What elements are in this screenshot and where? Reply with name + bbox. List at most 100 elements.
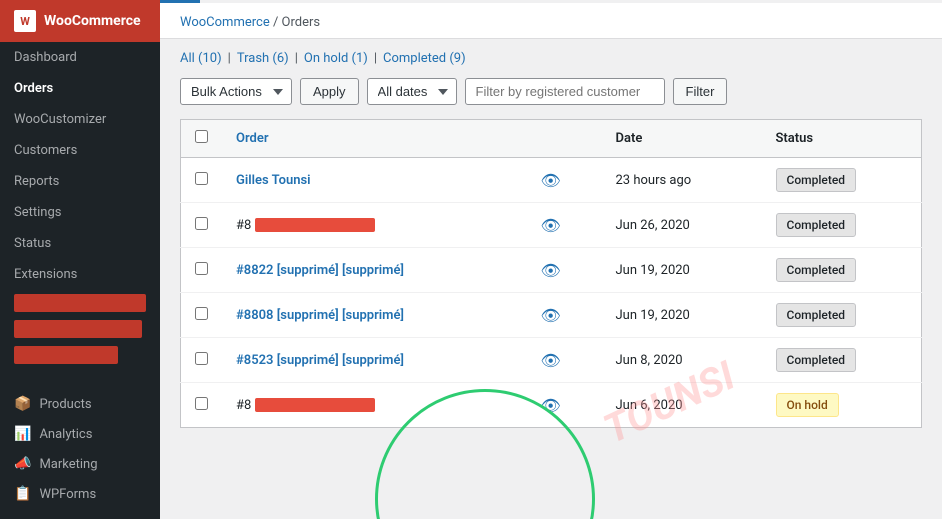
table-row: #8822 [supprimé] [supprimé] 👁 Jun 19, 2020… <box>181 248 922 293</box>
woocommerce-logo-icon: W <box>14 10 36 32</box>
sidebar-item-woocustomizer[interactable]: WooCustomizer <box>0 104 160 135</box>
sidebar-red-block-1 <box>14 294 146 312</box>
table-row: #8 👁 Jun 26, 2020 Completed <box>181 203 922 248</box>
sidebar-item-products[interactable]: 📦 Products <box>0 389 160 419</box>
analytics-icon: 📊 <box>14 426 31 442</box>
table-header-row: Order Date Status <box>181 120 922 158</box>
tab-trash[interactable]: Trash (6) <box>237 51 289 66</box>
col-header-order[interactable]: Order <box>222 120 526 158</box>
woocustomizer-label: WooCustomizer <box>14 112 106 127</box>
tab-all[interactable]: All (10) <box>180 51 222 66</box>
products-label: Products <box>39 397 91 412</box>
sidebar-item-marketing[interactable]: 📣 Marketing <box>0 449 160 479</box>
sidebar-item-settings[interactable]: Settings <box>0 197 160 228</box>
sidebar-red-block-3 <box>14 346 118 364</box>
sidebar: W WooCommerce Dashboard Orders WooCustom… <box>0 0 160 519</box>
breadcrumb-current: Orders <box>282 15 321 30</box>
view-order-icon[interactable]: 👁 <box>540 261 560 280</box>
order-date: Jun 19, 2020 <box>602 248 762 293</box>
toolbar: Bulk Actions Apply All dates Filter <box>180 78 922 105</box>
apply-button[interactable]: Apply <box>300 78 359 105</box>
sidebar-item-reports[interactable]: Reports <box>0 166 160 197</box>
order-link[interactable]: #8808 [supprimé] [supprimé] <box>236 308 404 323</box>
table-row: #8523 [supprimé] [supprimé] 👁 Jun 8, 2020 C… <box>181 338 922 383</box>
sidebar-item-wpforms[interactable]: 📋 WPForms <box>0 479 160 509</box>
order-date: Jun 26, 2020 <box>602 203 762 248</box>
customers-label: Customers <box>14 143 77 158</box>
table-row: #8808 [supprimé] [supprimé] 👁 Jun 19, 2020… <box>181 293 922 338</box>
bulk-actions-select[interactable]: Bulk Actions <box>180 78 292 105</box>
col-header-check <box>181 120 223 158</box>
sidebar-brand-name: WooCommerce <box>44 13 141 29</box>
order-link[interactable]: Gilles Tounsi <box>236 173 311 188</box>
order-date: Jun 8, 2020 <box>602 338 762 383</box>
sidebar-item-analytics[interactable]: 📊 Analytics <box>0 419 160 449</box>
col-header-eye <box>526 120 601 158</box>
breadcrumb-separator: / <box>273 15 282 30</box>
view-order-icon[interactable]: 👁 <box>540 351 560 370</box>
status-badge: Completed <box>776 348 857 372</box>
settings-label: Settings <box>14 205 61 220</box>
order-date: Jun 19, 2020 <box>602 293 762 338</box>
sidebar-logo[interactable]: W WooCommerce <box>0 0 160 42</box>
status-badge: Completed <box>776 258 857 282</box>
order-link[interactable]: #8523 [supprimé] [supprimé] <box>236 353 404 368</box>
sidebar-bottom: 📦 Products 📊 Analytics 📣 Marketing 📋 WPF… <box>0 389 160 519</box>
tab-onhold[interactable]: On hold (1) <box>304 51 368 66</box>
view-order-icon[interactable]: 👁 <box>540 216 560 235</box>
breadcrumb-parent-link[interactable]: WooCommerce <box>180 15 270 30</box>
marketing-icon: 📣 <box>14 456 31 472</box>
row-checkbox[interactable] <box>195 172 208 185</box>
orders-table: Order Date Status Gilles Tounsi 👁 23 hours… <box>180 119 922 428</box>
row-checkbox[interactable] <box>195 352 208 365</box>
sidebar-item-customers[interactable]: Customers <box>0 135 160 166</box>
table-row: #8👁Jun 6, 2020On hold <box>181 383 922 428</box>
tab-sep-2: | <box>295 51 298 66</box>
analytics-label: Analytics <box>39 427 92 442</box>
view-order-icon[interactable]: 👁 <box>540 306 560 325</box>
row-checkbox[interactable] <box>195 397 208 410</box>
main-content: WooCommerce / Orders All (10) | Trash (6… <box>160 0 942 519</box>
tab-sep-1: | <box>228 51 231 66</box>
extensions-label: Extensions <box>14 267 77 282</box>
col-header-date: Date <box>602 120 762 158</box>
order-id-prefix: #8 <box>236 218 251 233</box>
order-date: 23 hours ago <box>602 158 762 203</box>
row-checkbox[interactable] <box>195 217 208 230</box>
col-header-status: Status <box>762 120 922 158</box>
filter-button[interactable]: Filter <box>673 78 728 105</box>
table-row: Gilles Tounsi 👁 23 hours ago Completed <box>181 158 922 203</box>
wpforms-label: WPForms <box>39 487 96 502</box>
status-badge: On hold <box>776 393 839 417</box>
products-icon: 📦 <box>14 396 31 412</box>
status-badge: Completed <box>776 303 857 327</box>
select-all-checkbox[interactable] <box>195 130 208 143</box>
status-badge: Completed <box>776 168 857 192</box>
row-checkbox[interactable] <box>195 262 208 275</box>
order-redacted-block <box>255 218 375 232</box>
tab-sep-3: | <box>374 51 377 66</box>
sidebar-item-status[interactable]: Status <box>0 228 160 259</box>
sidebar-item-dashboard[interactable]: Dashboard <box>0 42 160 73</box>
wpforms-icon: 📋 <box>14 486 31 502</box>
sidebar-item-extensions[interactable]: Extensions <box>0 259 160 290</box>
view-order-icon[interactable]: 👁 <box>540 171 560 190</box>
status-label: Status <box>14 236 51 251</box>
view-order-icon[interactable]: 👁 <box>540 396 560 415</box>
row-checkbox[interactable] <box>195 307 208 320</box>
sidebar-item-orders[interactable]: Orders <box>0 73 160 104</box>
reports-label: Reports <box>14 174 59 189</box>
breadcrumb: WooCommerce / Orders <box>160 3 942 39</box>
dashboard-label: Dashboard <box>14 50 77 65</box>
order-link[interactable]: #8822 [supprimé] [supprimé] <box>236 263 404 278</box>
all-dates-select[interactable]: All dates <box>367 78 457 105</box>
sidebar-red-block-2 <box>14 320 142 338</box>
tab-completed[interactable]: Completed (9) <box>383 51 466 66</box>
order-redacted-block <box>255 398 375 412</box>
customer-filter-input[interactable] <box>465 78 665 105</box>
status-badge: Completed <box>776 213 857 237</box>
order-id-prefix: #8 <box>236 398 251 413</box>
content-area: All (10) | Trash (6) | On hold (1) | Com… <box>160 39 942 519</box>
marketing-label: Marketing <box>39 457 97 472</box>
orders-label: Orders <box>14 81 53 96</box>
